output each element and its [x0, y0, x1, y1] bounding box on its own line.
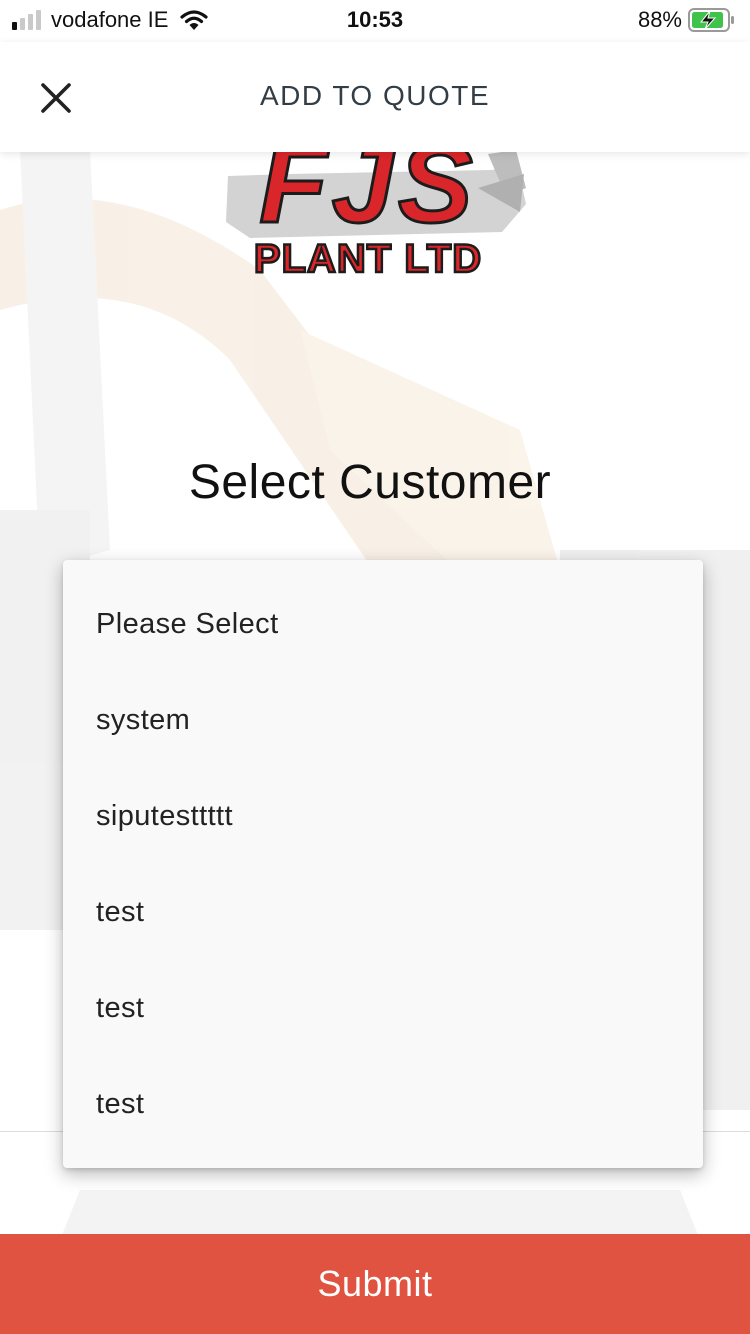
status-bar: vodafone IE 10:53 88% [0, 0, 750, 42]
svg-text:FJS: FJS [259, 148, 476, 246]
select-customer-heading: Select Customer [188, 456, 552, 509]
customer-dropdown-menu[interactable]: Please Select system siputesttttt test t… [63, 560, 703, 1168]
company-logo: FJS PLANT LTD [226, 148, 526, 282]
dropdown-option[interactable]: system [63, 672, 703, 768]
dropdown-option[interactable]: test [63, 1056, 703, 1152]
svg-text:PLANT LTD: PLANT LTD [254, 237, 482, 281]
dropdown-option-please-select[interactable]: Please Select [63, 576, 703, 672]
dropdown-option[interactable]: test [63, 960, 703, 1056]
dropdown-option[interactable]: test [63, 864, 703, 960]
app-screen: vodafone IE 10:53 88% ADD TO QUOTE FJS P… [0, 0, 750, 1334]
battery-percent: 88% [637, 7, 682, 32]
battery-charging-icon [688, 8, 734, 32]
status-right: 88% [638, 7, 736, 33]
page-title: ADD TO QUOTE [259, 80, 491, 111]
top-app-bar: ADD TO QUOTE [0, 42, 750, 152]
submit-button[interactable]: Submit [0, 1234, 750, 1334]
dropdown-option[interactable]: siputesttttt [63, 768, 703, 864]
